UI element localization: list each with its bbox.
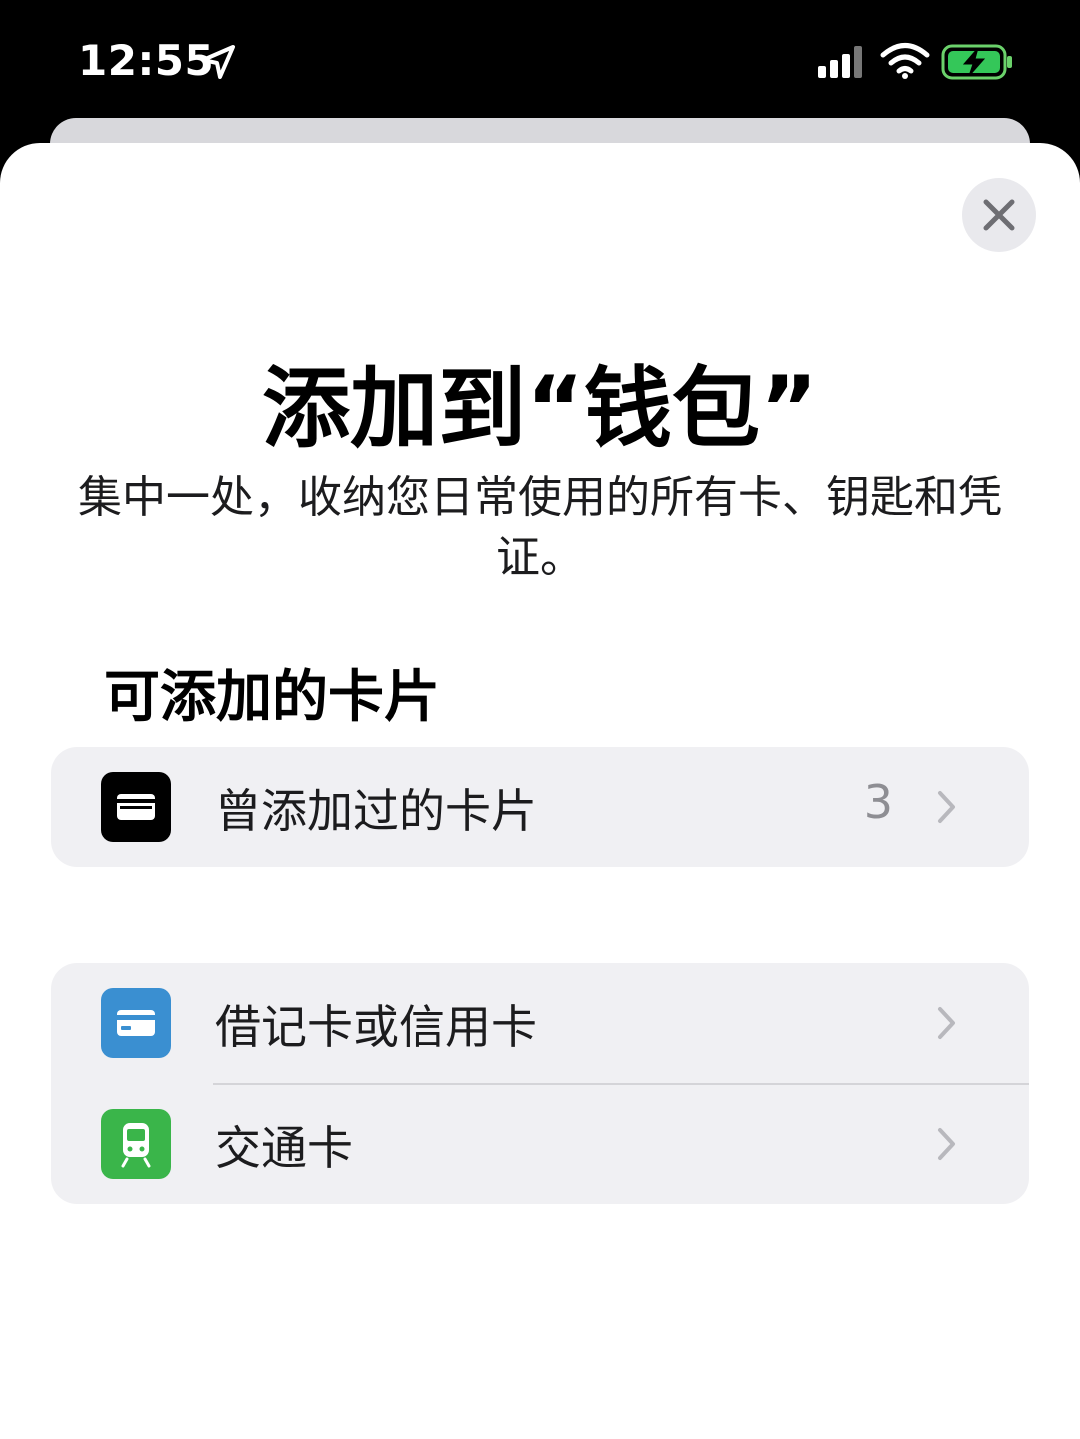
cellular-signal-icon [818, 46, 862, 78]
previously-added-cards-label: 曾添加过的卡片 [215, 784, 537, 838]
wifi-icon [880, 43, 930, 79]
previously-added-cards-count: 3 [863, 775, 893, 829]
transit-card-label: 交通卡 [215, 1121, 353, 1175]
sheet-subtitle: 集中一处，收纳您日常使用的所有卡、钥匙和凭证。 [78, 472, 1002, 583]
chevron-right-icon [938, 1128, 955, 1160]
transit-card-row[interactable]: 交通卡 [51, 1084, 1029, 1204]
status-bar: 12:55 [0, 0, 1080, 118]
close-icon [983, 199, 1015, 231]
card-types-group: 借记卡或信用卡 交通卡 [51, 963, 1029, 1204]
battery-charging-icon [941, 44, 1012, 80]
wallet-icon [101, 772, 171, 842]
sheet-title: 添加到“钱包” [262, 357, 818, 460]
section-header-available-cards: 可添加的卡片 [104, 665, 440, 730]
debit-credit-card-row[interactable]: 借记卡或信用卡 [51, 963, 1029, 1083]
previous-cards-group: 曾添加过的卡片 3 [51, 747, 1029, 867]
status-time: 12:55 [78, 36, 215, 85]
train-icon [101, 1109, 171, 1179]
credit-card-icon [101, 988, 171, 1058]
close-button[interactable] [962, 178, 1036, 252]
chevron-right-icon [938, 791, 955, 823]
previously-added-cards-row[interactable]: 曾添加过的卡片 3 [51, 747, 1029, 867]
location-arrow-icon [201, 45, 235, 79]
debit-credit-card-label: 借记卡或信用卡 [215, 1000, 537, 1054]
chevron-right-icon [938, 1007, 955, 1039]
